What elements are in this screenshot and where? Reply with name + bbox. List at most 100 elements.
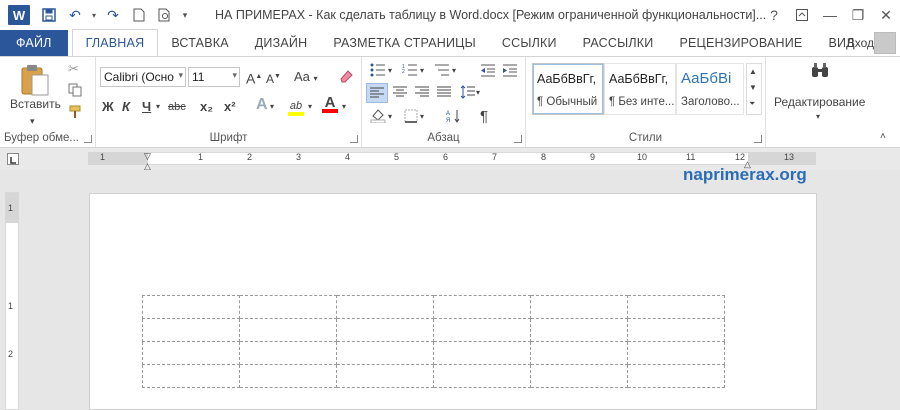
tab-home[interactable]: ГЛАВНАЯ [71,29,159,56]
more-styles-icon[interactable]: ⏷ [749,96,755,112]
subscript-button[interactable]: x₂ [200,99,213,115]
tab-page-layout[interactable]: РАЗМЕТКА СТРАНИЦЫ [320,30,489,56]
styles-launcher-icon[interactable] [754,135,762,143]
justify-icon[interactable] [436,85,452,103]
tab-design[interactable]: ДИЗАЙН [242,30,321,56]
multilevel-list-icon[interactable] [434,63,450,81]
table-cell[interactable] [433,341,531,365]
table-cell[interactable] [433,318,531,342]
shading-icon[interactable] [370,107,386,127]
format-painter-icon[interactable] [68,105,82,123]
tab-review[interactable]: РЕЦЕНЗИРОВАНИЕ [666,30,815,56]
tab-file[interactable]: ФАЙЛ [0,30,68,56]
table-cell[interactable] [142,295,240,319]
font-color-icon[interactable]: A [322,95,338,113]
table-cell[interactable] [433,295,531,319]
shading-dropdown-icon[interactable]: ▾ [388,109,392,125]
table-cell[interactable] [336,318,434,342]
table-cell[interactable] [239,364,337,388]
highlight-icon[interactable]: ab [288,97,304,116]
font-name-combo[interactable]: Calibri (Осно ▾ [100,67,186,87]
grow-font-icon[interactable]: A▲ [246,69,262,87]
binoculars-icon[interactable] [810,61,830,85]
editing-button-label[interactable]: Редактирование [774,95,865,109]
editing-dropdown-icon[interactable]: ▾ [816,109,820,125]
text-effects-icon[interactable]: A [256,97,268,113]
paste-dropdown-icon[interactable]: ▾ [30,113,35,129]
font-color-dropdown-icon[interactable]: ▾ [342,99,346,115]
table-cell[interactable] [239,341,337,365]
italic-button[interactable]: К [122,99,130,115]
font-launcher-icon[interactable] [350,135,358,143]
table-cell[interactable] [530,295,628,319]
bullets-icon[interactable] [370,63,386,81]
undo-icon[interactable]: ↶ [62,0,88,30]
strikethrough-button[interactable]: abc [168,99,186,115]
chevron-down-icon[interactable]: ▼ [749,80,757,96]
text-effects-dropdown-icon[interactable]: ▾ [270,99,274,115]
tab-mailings[interactable]: РАССЫЛКИ [570,30,667,56]
numbering-icon[interactable]: 12 [402,63,418,81]
table-cell[interactable] [142,318,240,342]
table-cell[interactable] [336,364,434,388]
close-button[interactable]: ✕ [872,0,900,30]
print-preview-icon[interactable] [152,0,178,30]
table-cell[interactable] [433,364,531,388]
table-cell[interactable] [530,341,628,365]
table-cell[interactable] [627,295,725,319]
customize-qat-icon[interactable]: ▾ [178,0,192,30]
tab-selector-icon[interactable] [7,153,19,165]
paragraph-launcher-icon[interactable] [514,135,522,143]
line-spacing-icon[interactable] [460,85,476,103]
table-cell[interactable] [142,364,240,388]
cut-icon[interactable]: ✂ [68,61,79,77]
tab-references[interactable]: ССЫЛКИ [489,30,570,56]
clipboard-launcher-icon[interactable] [84,135,92,143]
paste-button-label[interactable]: Вставить [10,97,61,111]
ribbon-display-options-icon[interactable] [788,0,816,30]
borders-icon[interactable] [404,109,418,127]
new-document-icon[interactable] [126,0,152,30]
tab-insert[interactable]: ВСТАВКА [158,30,241,56]
bullets-dropdown-icon[interactable]: ▾ [388,63,392,79]
avatar[interactable] [874,32,896,54]
chevron-up-icon[interactable]: ▲ [749,64,757,80]
shrink-font-icon[interactable]: A▼ [266,69,281,87]
table-cell[interactable] [239,295,337,319]
undo-dropdown-icon[interactable]: ▾ [88,0,100,30]
multilevel-dropdown-icon[interactable]: ▾ [452,63,456,79]
collapse-ribbon-icon[interactable]: ˄ [880,129,886,145]
help-button[interactable]: ? [760,0,788,30]
style-normal[interactable]: АаБбВвГг, ¶ Обычный [532,63,604,115]
align-right-icon[interactable] [414,85,430,103]
table-cell[interactable] [530,364,628,388]
table-cell[interactable] [336,295,434,319]
clear-formatting-icon[interactable] [338,67,354,87]
table-cell[interactable] [336,341,434,365]
show-marks-icon[interactable]: ¶ [480,109,488,125]
table-cell[interactable] [627,318,725,342]
align-left-icon[interactable] [366,83,388,103]
style-no-spacing[interactable]: АаБбВвГг, ¶ Без инте... [604,63,676,115]
style-heading-1[interactable]: АаБбВі Заголово... [676,63,744,115]
paste-icon[interactable] [18,63,52,97]
underline-button[interactable]: Ч [142,99,151,115]
save-icon[interactable] [36,0,62,30]
document-table[interactable] [142,295,725,388]
highlight-dropdown-icon[interactable]: ▾ [308,99,312,115]
align-center-icon[interactable] [392,85,408,103]
font-size-combo[interactable]: 11 ▾ [188,67,240,87]
underline-dropdown-icon[interactable]: ▾ [156,99,160,115]
bold-button[interactable]: Ж [102,99,114,115]
minimize-button[interactable]: — [816,0,844,30]
restore-button[interactable]: ❐ [844,0,872,30]
table-cell[interactable] [239,318,337,342]
table-cell[interactable] [627,364,725,388]
sort-icon[interactable]: АЯ [446,109,462,127]
increase-indent-icon[interactable] [502,63,518,81]
copy-icon[interactable] [68,83,82,101]
superscript-button[interactable]: x² [224,99,236,115]
line-spacing-dropdown-icon[interactable]: ▾ [476,85,480,101]
table-cell[interactable] [627,341,725,365]
table-cell[interactable] [530,318,628,342]
